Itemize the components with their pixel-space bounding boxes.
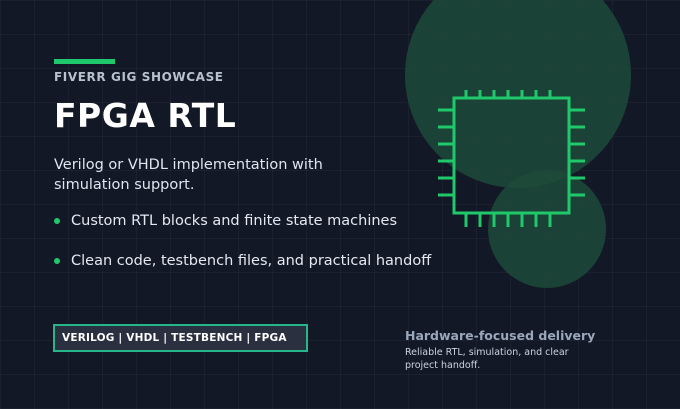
bullet-dot-icon: [54, 258, 60, 264]
page-title: FPGA RTL: [54, 96, 237, 135]
accent-bar: [54, 59, 115, 64]
chip-icon: [438, 90, 585, 227]
bullet-dot-icon: [54, 218, 60, 224]
feature-item: Custom RTL blocks and finite state machi…: [54, 212, 431, 231]
feature-list: Custom RTL blocks and finite state machi…: [54, 212, 431, 292]
subtitle: Verilog or VHDL implementation with simu…: [54, 157, 323, 193]
feature-text: Clean code, testbench files, and practic…: [71, 253, 432, 269]
gig-banner: FIVERR GIG SHOWCASE FPGA RTL Verilog or …: [0, 0, 680, 409]
feature-item: Clean code, testbench files, and practic…: [54, 252, 431, 271]
tech-tags: VERILOG | VHDL | TESTBENCH | FPGA: [53, 324, 308, 352]
delivery-heading: Hardware-focused delivery: [405, 328, 596, 343]
feature-text: Custom RTL blocks and finite state machi…: [71, 213, 398, 229]
eyebrow-label: FIVERR GIG SHOWCASE: [54, 70, 224, 84]
delivery-description: Reliable RTL, simulation, and clear proj…: [405, 347, 569, 371]
